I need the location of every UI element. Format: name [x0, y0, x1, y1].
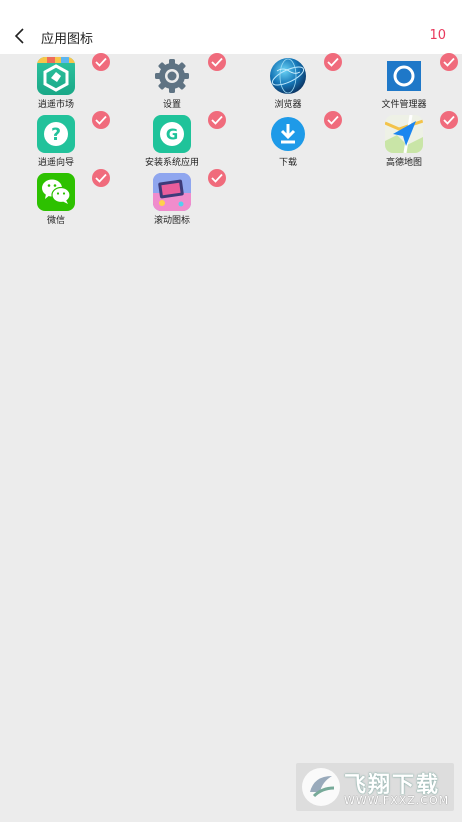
check-icon[interactable] [208, 169, 226, 187]
app-item-download[interactable]: 下载 [232, 111, 348, 173]
check-icon[interactable] [324, 53, 342, 71]
app-label: 微信 [46, 216, 65, 226]
check-icon[interactable] [208, 53, 226, 71]
fxxz-logo-icon [302, 768, 340, 806]
check-icon[interactable] [324, 111, 342, 129]
app-label: 滚动图标 [153, 216, 190, 226]
xiaoyao-guide-icon: ? [37, 115, 75, 153]
app-label: 逍遥向导 [37, 158, 74, 168]
app-label: 设置 [162, 100, 181, 110]
settings-gear-icon [153, 57, 191, 95]
app-label: 下载 [278, 158, 297, 168]
app-label: 逍遥市场 [37, 100, 74, 110]
app-label: 浏览器 [274, 100, 302, 110]
app-item-wechat[interactable]: 微信 [0, 169, 116, 231]
app-label: 安装系统应用 [144, 158, 199, 168]
check-icon[interactable] [92, 53, 110, 71]
amap-icon [385, 115, 423, 153]
app-item-xiaoyao-market[interactable]: 逍遥市场 [0, 53, 116, 115]
check-icon[interactable] [92, 169, 110, 187]
check-icon[interactable] [440, 53, 458, 71]
watermark-url: WWW.FXXZ.COM [344, 794, 450, 807]
scroll-icon-icon [153, 173, 191, 211]
xiaoyao-market-icon [37, 57, 75, 95]
app-label: 文件管理器 [381, 100, 427, 110]
check-icon[interactable] [208, 111, 226, 129]
app-item-amap[interactable]: 高德地图 [348, 111, 462, 173]
download-icon [269, 115, 307, 153]
app-item-settings[interactable]: 设置 [116, 53, 232, 115]
file-manager-icon [385, 57, 423, 95]
app-item-xiaoyao-guide[interactable]: ? 逍遥向导 [0, 111, 116, 173]
app-item-install-system-app[interactable]: G 安装系统应用 [116, 111, 232, 173]
wechat-icon [37, 173, 75, 211]
browser-globe-icon [269, 57, 307, 95]
app-grid: 逍遥市场 设置 浏览器 文件管理器 ? 逍遥向导 G 安装系统应用 下载 高德地… [0, 0, 462, 822]
app-item-file-manager[interactable]: 文件管理器 [348, 53, 462, 115]
svg-text:?: ? [51, 125, 61, 145]
check-icon[interactable] [440, 111, 458, 129]
check-icon[interactable] [92, 111, 110, 129]
app-item-scroll-icon[interactable]: 滚动图标 [116, 169, 232, 231]
svg-text:G: G [166, 126, 178, 144]
app-item-browser[interactable]: 浏览器 [232, 53, 348, 115]
install-system-app-icon: G [153, 115, 191, 153]
watermark: 飞翔下载 WWW.FXXZ.COM [296, 763, 454, 811]
app-label: 高德地图 [385, 158, 422, 168]
